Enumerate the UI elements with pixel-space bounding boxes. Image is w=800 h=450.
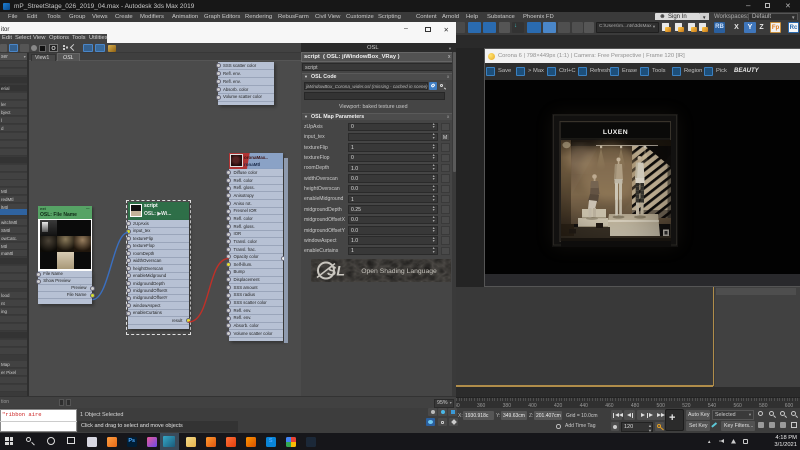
svg-text:SL: SL — [327, 263, 345, 279]
svg-text:Open Shading Language: Open Shading Language — [361, 268, 437, 275]
svg-text:LUXEN: LUXEN — [603, 129, 628, 136]
